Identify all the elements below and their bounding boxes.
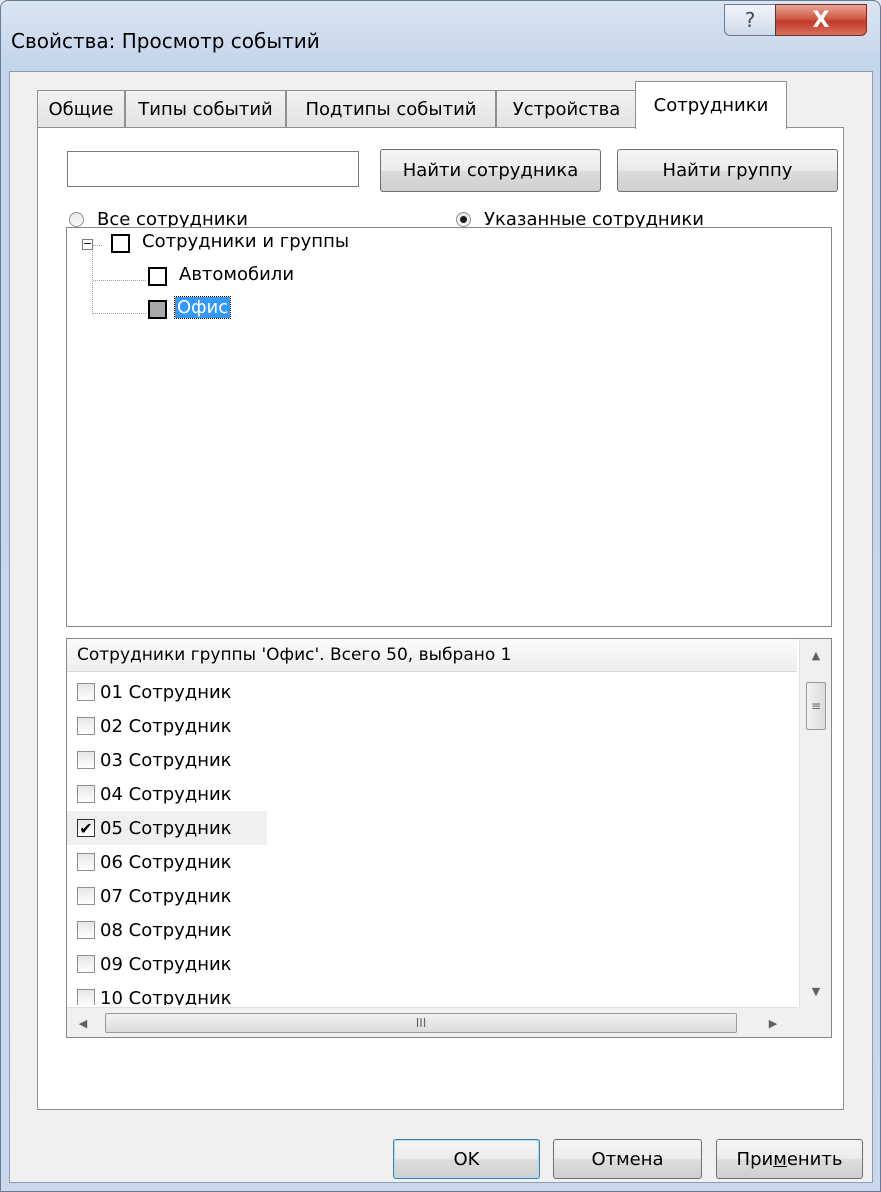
- vertical-scroll-thumb[interactable]: ≡: [806, 682, 826, 730]
- scrollbar-corner: [797, 1007, 831, 1037]
- tree-item-automobiles[interactable]: Автомобили: [179, 264, 294, 285]
- apply-label-part: енить: [786, 1148, 843, 1170]
- employee-list[interactable]: Сотрудники группы 'Офис'. Всего 50, выбр…: [66, 638, 832, 1038]
- find-employee-button[interactable]: Найти сотрудника: [380, 149, 601, 192]
- groups-tree[interactable]: − Сотрудники и группы Автомобили Офис: [66, 227, 832, 627]
- employee-checkbox[interactable]: [77, 751, 95, 769]
- employee-label: 06 Сотрудник: [100, 851, 232, 873]
- employee-label: 04 Сотрудник: [100, 783, 232, 805]
- tree-connector-vertical: [92, 239, 93, 314]
- employee-label: 07 Сотрудник: [100, 885, 232, 907]
- apply-label-mnemonic: м: [773, 1148, 787, 1170]
- grip-icon: III: [415, 1016, 427, 1030]
- cancel-button[interactable]: Отмена: [553, 1139, 702, 1179]
- apply-label-part: При: [736, 1148, 774, 1170]
- tab-employees[interactable]: Сотрудники: [635, 81, 787, 129]
- close-button[interactable]: X: [775, 4, 867, 36]
- tree-root-checkbox[interactable]: [111, 234, 130, 253]
- dialog-window: Свойства: Просмотр событий ? X Общие Тип…: [0, 0, 881, 1192]
- tab-label: Устройства: [512, 98, 621, 120]
- employee-row[interactable]: 02 Сотрудник: [67, 709, 267, 743]
- tab-general[interactable]: Общие: [37, 90, 125, 127]
- employee-checkbox[interactable]: [77, 955, 95, 973]
- search-input[interactable]: [67, 151, 359, 187]
- find-group-button[interactable]: Найти группу: [617, 149, 838, 192]
- employee-checkbox[interactable]: [77, 989, 95, 1005]
- tree-connector-h1: [93, 280, 146, 281]
- tree-connector-h2: [93, 313, 146, 314]
- employee-checkbox[interactable]: [77, 921, 95, 939]
- title-bar[interactable]: Свойства: Просмотр событий ? X: [1, 1, 880, 73]
- tree-item-office[interactable]: Офис: [173, 296, 232, 319]
- employee-checkbox[interactable]: [77, 785, 95, 803]
- tab-event-subtypes[interactable]: Подтипы событий: [286, 90, 496, 127]
- grip-icon: ≡: [810, 699, 822, 713]
- tab-label: Сотрудники: [653, 95, 769, 116]
- employee-label: 02 Сотрудник: [100, 715, 232, 737]
- help-button[interactable]: ?: [724, 4, 776, 36]
- employee-label: 03 Сотрудник: [100, 749, 232, 771]
- employee-row[interactable]: 10 Сотрудник: [67, 981, 267, 1005]
- employee-label: 05 Сотрудник: [100, 817, 232, 839]
- checkmark-icon: ✔: [79, 818, 93, 838]
- ok-button[interactable]: OK: [393, 1139, 540, 1179]
- employee-list-header: Сотрудники группы 'Офис'. Всего 50, выбр…: [67, 639, 797, 672]
- tree-item-checkbox-office[interactable]: [148, 300, 167, 319]
- employee-label: 08 Сотрудник: [100, 919, 232, 941]
- employee-checkbox[interactable]: [77, 853, 95, 871]
- scroll-right-icon[interactable]: ▶: [757, 1008, 789, 1037]
- radio-selected-dot: [460, 216, 467, 223]
- radio-all-circle[interactable]: [69, 212, 84, 227]
- tab-label: Типы событий: [138, 98, 273, 120]
- employee-label: 01 Сотрудник: [100, 681, 232, 703]
- radio-specified-circle[interactable]: [456, 212, 471, 227]
- employee-row[interactable]: 07 Сотрудник: [67, 879, 267, 913]
- employee-row[interactable]: 01 Сотрудник: [67, 675, 267, 709]
- employee-row[interactable]: 04 Сотрудник: [67, 777, 267, 811]
- employee-checkbox[interactable]: [77, 683, 95, 701]
- tree-item-checkbox-automobiles[interactable]: [148, 267, 167, 286]
- employee-row[interactable]: 09 Сотрудник: [67, 947, 267, 981]
- employee-row[interactable]: 03 Сотрудник: [67, 743, 267, 777]
- employee-checkbox[interactable]: [77, 717, 95, 735]
- employee-checkbox[interactable]: [77, 887, 95, 905]
- tree-root-label[interactable]: Сотрудники и группы: [142, 231, 349, 252]
- horizontal-scrollbar[interactable]: ◀ III ▶: [67, 1007, 797, 1037]
- window-title: Свойства: Просмотр событий: [11, 29, 320, 53]
- scroll-down-icon[interactable]: ▼: [800, 975, 831, 1007]
- employee-row[interactable]: 08 Сотрудник: [67, 913, 267, 947]
- employee-label: 10 Сотрудник: [100, 987, 232, 1006]
- employee-label: 09 Сотрудник: [100, 953, 232, 975]
- apply-button[interactable]: При м енить: [716, 1139, 863, 1179]
- dialog-client-area: Общие Типы событий Подтипы событий Устро…: [9, 71, 873, 1183]
- tab-label: Подтипы событий: [305, 98, 477, 120]
- tab-label: Общие: [48, 98, 114, 120]
- tab-devices[interactable]: Устройства: [496, 90, 637, 127]
- employee-rows: 01 Сотрудник 02 Сотрудник 03 Сотрудник 04 С…: [67, 675, 797, 1005]
- employees-tab-panel: Найти сотрудника Найти группу Все сотруд…: [37, 127, 844, 1110]
- employee-checkbox[interactable]: ✔: [77, 818, 95, 838]
- tab-event-types[interactable]: Типы событий: [125, 90, 286, 127]
- vertical-scrollbar[interactable]: ▲ ≡ ▼: [799, 639, 831, 1007]
- help-icon: ?: [744, 8, 756, 32]
- horizontal-scroll-thumb[interactable]: III: [105, 1013, 737, 1033]
- employee-row[interactable]: ✔ 05 Сотрудник: [67, 811, 267, 845]
- close-icon: X: [812, 7, 830, 33]
- employee-row[interactable]: 06 Сотрудник: [67, 845, 267, 879]
- scroll-left-icon[interactable]: ◀: [67, 1008, 99, 1037]
- tree-collapse-icon[interactable]: −: [82, 238, 93, 250]
- scroll-up-icon[interactable]: ▲: [800, 639, 831, 671]
